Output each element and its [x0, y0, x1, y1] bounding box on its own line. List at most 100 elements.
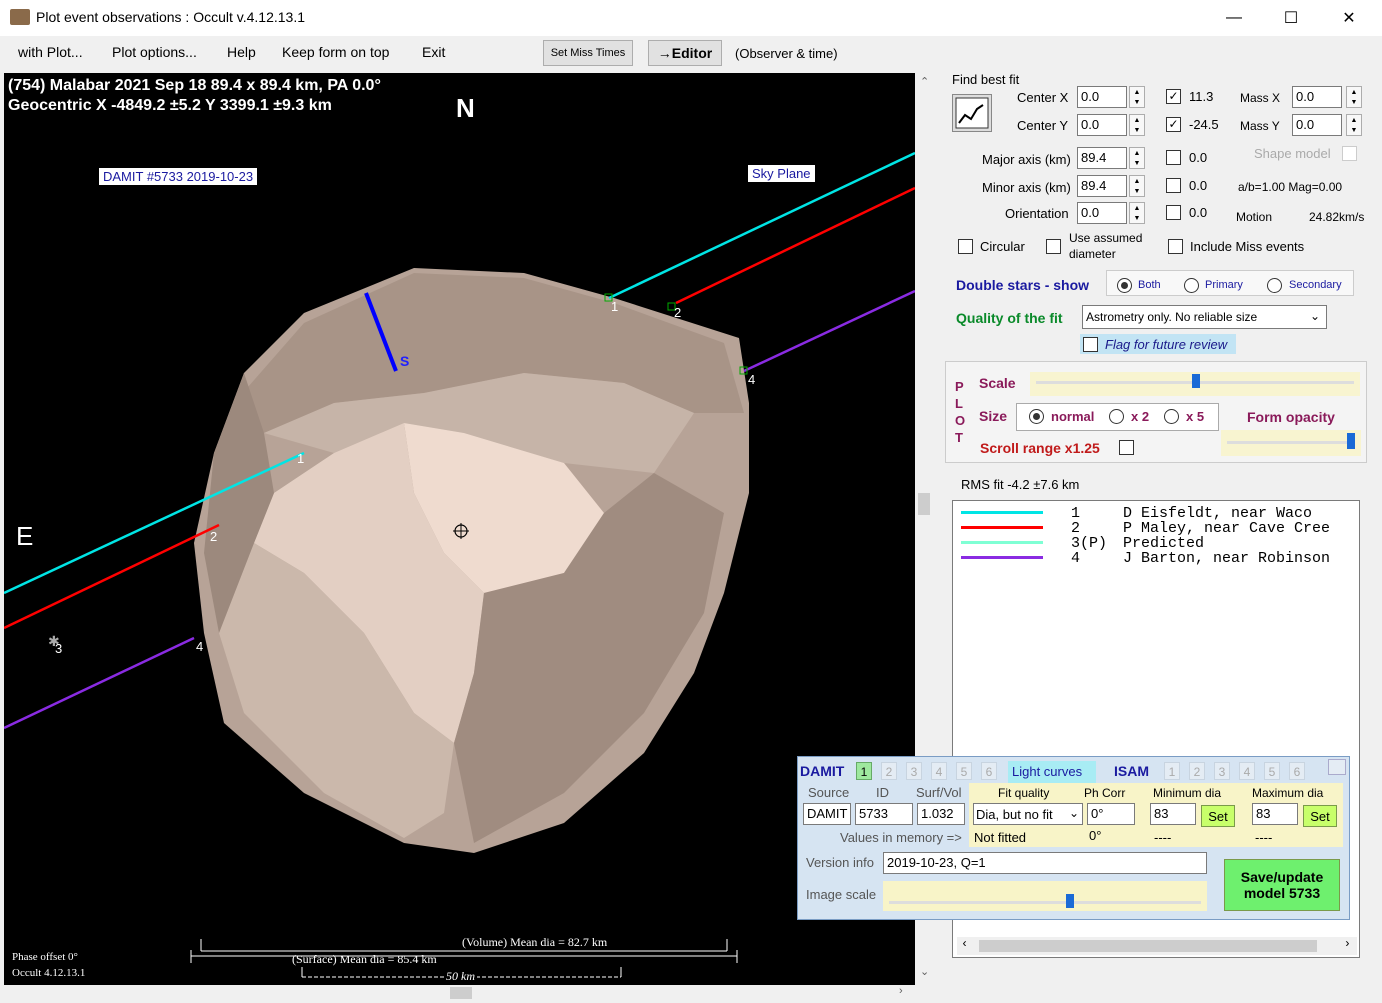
form-opacity-slider[interactable] — [1221, 430, 1361, 456]
damit-tab-3[interactable]: 3 — [906, 762, 922, 780]
secondary-label: Secondary — [1289, 279, 1342, 291]
both-radio[interactable] — [1117, 278, 1132, 293]
hscroll-thumb[interactable] — [450, 987, 472, 999]
use-assumed-checkbox[interactable] — [1046, 239, 1061, 254]
chord-2-right — [675, 186, 915, 305]
minor-axis-input[interactable]: 89.4 — [1077, 175, 1127, 197]
center-y-spinner[interactable]: ▲ ▼ — [1129, 114, 1145, 136]
editor-button[interactable]: →Editor — [648, 40, 722, 66]
plot-header-line2: Geocentric X -4849.2 ±5.2 Y 3399.1 ±9.3 … — [8, 97, 332, 114]
find-best-fit-button[interactable] — [952, 94, 992, 132]
source-field[interactable]: DAMIT — [803, 803, 851, 825]
isam-tab-6[interactable]: 6 — [1289, 762, 1305, 780]
scroll-range-checkbox[interactable] — [1119, 440, 1134, 455]
center-x-spinner[interactable]: ▲ ▼ — [1129, 86, 1145, 108]
min-dia-field[interactable]: 83 — [1150, 803, 1196, 825]
legend-line-4 — [961, 556, 1043, 559]
set-max-dia-button[interactable]: Set — [1303, 805, 1337, 827]
legend-hscroll-thumb[interactable] — [979, 940, 1317, 952]
scale-slider[interactable] — [1030, 372, 1360, 396]
size-x2-radio[interactable] — [1109, 409, 1124, 424]
primary-label: Primary — [1205, 279, 1243, 291]
version-info-field[interactable]: 2019-10-23, Q=1 — [883, 852, 1207, 874]
secondary-radio[interactable] — [1267, 278, 1282, 293]
ph-corr-field[interactable]: 0° — [1087, 803, 1135, 825]
light-curves-button[interactable]: Light curves — [1008, 761, 1096, 783]
damit-tab-2[interactable]: 2 — [881, 762, 897, 780]
size-x5-radio[interactable] — [1164, 409, 1179, 424]
minor-axis-spinner[interactable]: ▲ ▼ — [1129, 175, 1145, 197]
major-axis-spinner[interactable]: ▲ ▼ — [1129, 147, 1145, 169]
isam-tab-1[interactable]: 1 — [1164, 762, 1180, 780]
best-fit-chart-icon — [955, 97, 989, 129]
mass-y-input[interactable]: 0.0 — [1292, 114, 1342, 136]
minimize-button[interactable]: — — [1205, 0, 1263, 36]
flag-review-checkbox[interactable] — [1083, 337, 1098, 352]
chevron-down-icon: ⌄ — [1068, 806, 1079, 820]
isam-tab-3[interactable]: 3 — [1214, 762, 1230, 780]
plot-canvas[interactable]: ✱ (754) Malabar 2021 Sep 18 89.4 x 89.4 … — [4, 73, 915, 985]
isam-label: ISAM — [1114, 763, 1149, 779]
quality-fit-select[interactable]: Astrometry only. No reliable size ⌄ — [1082, 305, 1327, 329]
center-y-input[interactable]: 0.0 — [1077, 114, 1127, 136]
plot-horizontal-scrollbar[interactable]: › — [4, 985, 915, 1001]
fit-quality-select[interactable]: Dia, but no fit ⌄ — [973, 803, 1083, 825]
observer-time-link[interactable]: (Observer & time) — [735, 46, 838, 61]
damit-close-box[interactable] — [1328, 759, 1346, 775]
orientation-input[interactable]: 0.0 — [1077, 202, 1127, 224]
isam-tab-2[interactable]: 2 — [1189, 762, 1205, 780]
menu-keep-on-top[interactable]: Keep form on top — [282, 44, 389, 60]
menu-help[interactable]: Help — [227, 44, 256, 60]
center-x-checkbox[interactable]: ✓ — [1166, 89, 1181, 104]
ph-corr-label: Ph Corr — [1084, 786, 1126, 800]
orientation-spinner[interactable]: ▲ ▼ — [1129, 202, 1145, 224]
chord-label-4a: 4 — [196, 639, 204, 654]
isam-tab-4[interactable]: 4 — [1239, 762, 1255, 780]
include-miss-checkbox[interactable] — [1168, 239, 1183, 254]
image-scale-thumb[interactable] — [1066, 894, 1074, 908]
mass-y-spinner[interactable]: ▲ ▼ — [1346, 114, 1362, 136]
menu-plot-options[interactable]: Plot options... — [112, 44, 197, 60]
memory-fit-value: Not fitted — [974, 830, 1027, 845]
scroll-left-icon[interactable]: ‹ — [961, 937, 968, 951]
mass-x-input[interactable]: 0.0 — [1292, 86, 1342, 108]
primary-radio[interactable] — [1184, 278, 1199, 293]
damit-tab-1[interactable]: 1 — [856, 762, 872, 780]
scroll-right-icon[interactable]: › — [899, 985, 903, 997]
minor-axis-checkbox[interactable] — [1166, 178, 1181, 193]
size-normal-radio[interactable] — [1029, 409, 1044, 424]
image-scale-slider[interactable] — [883, 881, 1207, 911]
damit-tab-5[interactable]: 5 — [956, 762, 972, 780]
mass-x-spinner[interactable]: ▲ ▼ — [1346, 86, 1362, 108]
circular-checkbox[interactable] — [958, 239, 973, 254]
set-miss-times-button[interactable]: Set Miss Times — [543, 40, 633, 66]
center-y-checkbox[interactable]: ✓ — [1166, 117, 1181, 132]
menu-with-plot[interactable]: with Plot... — [18, 44, 83, 60]
vscroll-thumb[interactable] — [918, 493, 930, 515]
maximize-button[interactable]: ☐ — [1262, 0, 1320, 36]
menu-exit[interactable]: Exit — [422, 44, 445, 60]
max-dia-field[interactable]: 83 — [1252, 803, 1298, 825]
scale-slider-thumb[interactable] — [1192, 374, 1200, 388]
scroll-down-icon[interactable]: ⌄ — [920, 965, 929, 978]
shape-model-checkbox[interactable] — [1342, 146, 1357, 161]
major-axis-checkbox[interactable] — [1166, 150, 1181, 165]
id-field[interactable]: 5733 — [855, 803, 913, 825]
close-button[interactable]: ✕ — [1320, 0, 1378, 36]
surfvol-field[interactable]: 1.032 — [917, 803, 965, 825]
center-x-input[interactable]: 0.0 — [1077, 86, 1127, 108]
damit-tab-4[interactable]: 4 — [931, 762, 947, 780]
chord-label-3: 3 — [55, 641, 63, 656]
scroll-right-icon[interactable]: › — [1344, 937, 1351, 951]
scroll-range-label: Scroll range x1.25 — [980, 440, 1100, 456]
isam-tab-5[interactable]: 5 — [1264, 762, 1280, 780]
major-axis-input[interactable]: 89.4 — [1077, 147, 1127, 169]
scroll-up-icon[interactable]: ⌃ — [920, 75, 929, 88]
save-update-model-button[interactable]: Save/update model 5733 — [1224, 859, 1340, 911]
legend-hscrollbar[interactable]: ‹ › — [957, 937, 1357, 955]
damit-tab-6[interactable]: 6 — [981, 762, 997, 780]
set-min-dia-button[interactable]: Set — [1201, 805, 1235, 827]
damit-label: DAMIT — [800, 763, 845, 779]
opacity-slider-thumb[interactable] — [1347, 433, 1355, 449]
orientation-checkbox[interactable] — [1166, 205, 1181, 220]
